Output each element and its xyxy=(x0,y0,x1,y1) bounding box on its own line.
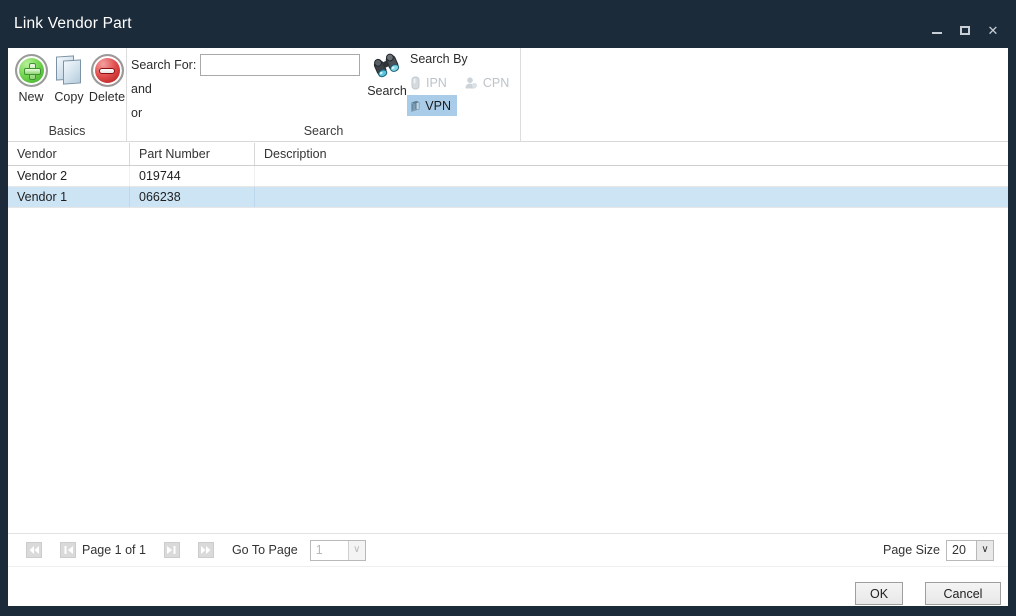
maximize-button[interactable] xyxy=(954,20,976,40)
ribbon: New Copy Delete Basics xyxy=(8,48,1008,142)
basics-group-label: Basics xyxy=(8,124,126,138)
page-indicator: Page 1 of 1 xyxy=(82,543,146,557)
page-size-value: 20 xyxy=(947,543,976,557)
search-by-ipn-option[interactable]: IPN xyxy=(407,72,453,93)
search-group-label: Search xyxy=(127,124,520,138)
previous-page-icon xyxy=(64,546,73,554)
binoculars-icon xyxy=(371,52,403,82)
column-header-vendor[interactable]: Vendor xyxy=(8,143,130,165)
ipn-part-icon xyxy=(410,76,421,90)
cpn-label: CPN xyxy=(483,76,509,90)
dialog-body: New Copy Delete Basics xyxy=(8,48,1008,606)
cell-description xyxy=(255,166,1008,186)
link-vendor-part-dialog: Link Vendor Part ✕ New xyxy=(0,0,1016,616)
ipn-label: IPN xyxy=(426,76,447,90)
and-label: and xyxy=(131,77,360,101)
search-by-cpn-option[interactable]: CPN xyxy=(461,72,515,93)
ribbon-group-basics: New Copy Delete Basics xyxy=(8,48,127,141)
page-size-combo[interactable]: 20 ∨ xyxy=(946,540,994,561)
cell-part-number: 066238 xyxy=(130,187,255,207)
cell-description xyxy=(255,187,1008,207)
or-label: or xyxy=(131,101,360,125)
search-button[interactable]: Search xyxy=(363,52,411,98)
copy-button[interactable]: Copy xyxy=(50,54,88,104)
vendor-part-grid: Vendor Part Number Description Vendor 2 … xyxy=(8,143,1008,208)
cell-part-number: 019744 xyxy=(130,166,255,186)
chevron-down-icon: ∨ xyxy=(976,541,993,560)
copy-button-label: Copy xyxy=(54,90,83,104)
cancel-button[interactable]: Cancel xyxy=(925,582,1001,605)
maximize-icon xyxy=(960,26,970,35)
next-page-icon xyxy=(167,546,176,554)
chevron-down-icon: ∨ xyxy=(348,541,365,560)
search-for-label: Search For: xyxy=(131,58,196,72)
window-controls: ✕ xyxy=(926,20,1004,40)
table-row-selected[interactable]: Vendor 1 066238 xyxy=(8,187,1008,208)
first-page-icon xyxy=(29,546,39,554)
close-button[interactable]: ✕ xyxy=(982,20,1004,40)
go-to-page-label: Go To Page xyxy=(232,543,298,557)
search-by-panel: Search By IPN xyxy=(407,52,517,116)
close-icon: ✕ xyxy=(988,24,999,37)
next-page-button[interactable] xyxy=(164,542,180,558)
column-header-part-number[interactable]: Part Number xyxy=(130,143,255,165)
new-plus-icon xyxy=(15,54,48,87)
titlebar: Link Vendor Part ✕ xyxy=(0,0,1016,48)
first-page-button[interactable] xyxy=(26,542,42,558)
cpn-person-icon xyxy=(464,76,478,90)
grid-header: Vendor Part Number Description xyxy=(8,143,1008,166)
column-header-description[interactable]: Description xyxy=(255,143,1008,165)
table-row[interactable]: Vendor 2 019744 xyxy=(8,166,1008,187)
minimize-icon xyxy=(932,32,942,34)
last-page-button[interactable] xyxy=(198,542,214,558)
pager-bar: Page 1 of 1 Go To Page 1 ∨ Page Size xyxy=(8,533,1008,567)
ribbon-group-search: Search For: and or xyxy=(127,48,521,141)
delete-button[interactable]: Delete xyxy=(88,54,126,104)
search-for-input[interactable] xyxy=(200,54,360,76)
new-button-label: New xyxy=(18,90,43,104)
previous-page-button[interactable] xyxy=(60,542,76,558)
cell-vendor: Vendor 1 xyxy=(8,187,130,207)
delete-button-label: Delete xyxy=(89,90,125,104)
last-page-icon xyxy=(201,546,211,554)
page-size-label: Page Size xyxy=(883,543,940,557)
vpn-label: VPN xyxy=(425,99,451,113)
minimize-button[interactable] xyxy=(926,20,948,40)
search-by-header: Search By xyxy=(410,52,517,66)
go-to-page-combo[interactable]: 1 ∨ xyxy=(310,540,366,561)
cell-vendor: Vendor 2 xyxy=(8,166,130,186)
window-title: Link Vendor Part xyxy=(0,15,132,33)
copy-pages-icon xyxy=(54,54,84,87)
new-button[interactable]: New xyxy=(12,54,50,104)
search-button-label: Search xyxy=(367,84,407,98)
search-by-vpn-option[interactable]: VPN xyxy=(407,95,457,116)
delete-minus-icon xyxy=(91,54,124,87)
ok-button[interactable]: OK xyxy=(855,582,903,605)
vpn-vendor-icon xyxy=(410,98,420,113)
go-to-page-value: 1 xyxy=(311,543,348,557)
